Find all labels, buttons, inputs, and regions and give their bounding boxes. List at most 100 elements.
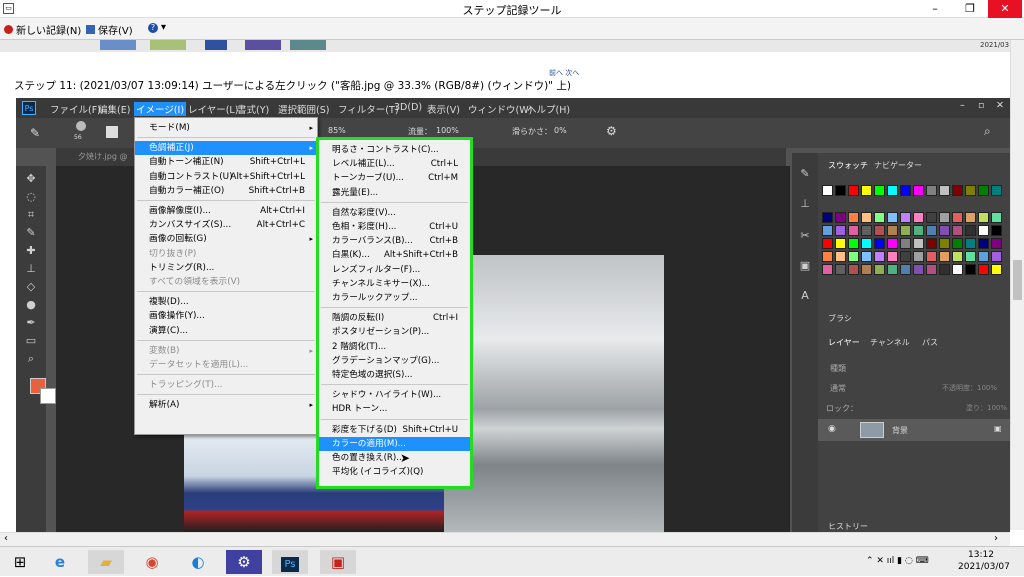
swatch[interactable] bbox=[887, 251, 898, 262]
brush-preset-icon[interactable] bbox=[76, 121, 86, 131]
thumbnail[interactable] bbox=[205, 40, 227, 50]
swatch[interactable] bbox=[991, 225, 1002, 236]
brush-panel-title[interactable]: ブラシ bbox=[828, 313, 852, 324]
swatch[interactable] bbox=[965, 238, 976, 249]
pen-tool-icon[interactable]: ✒ bbox=[23, 316, 39, 330]
swatch[interactable] bbox=[835, 251, 846, 262]
tab-layers[interactable]: レイヤー bbox=[828, 337, 860, 348]
steps-recorder-icon[interactable]: ▣ bbox=[320, 550, 356, 574]
save-button[interactable]: 保存(V) bbox=[86, 22, 133, 37]
menu-item[interactable]: すべての領域を表示(V) bbox=[135, 275, 317, 289]
swatch[interactable] bbox=[874, 264, 885, 275]
swatch[interactable] bbox=[991, 264, 1002, 275]
blend-mode-select[interactable]: 通常 bbox=[830, 383, 846, 394]
swatch[interactable] bbox=[913, 212, 924, 223]
menu-item[interactable]: グラデーションマップ(G)... bbox=[319, 354, 470, 368]
menu-window[interactable]: ウィンドウ(W) bbox=[468, 102, 532, 116]
ie-icon[interactable]: e bbox=[42, 550, 78, 574]
swatch[interactable] bbox=[965, 251, 976, 262]
menu-item[interactable]: カラールックアップ... bbox=[319, 291, 470, 305]
brush-settings-icon[interactable]: ✎ bbox=[797, 167, 813, 181]
background-color[interactable] bbox=[40, 388, 56, 404]
clone-source-icon[interactable]: ⊥ bbox=[797, 197, 813, 211]
thumbnail[interactable] bbox=[290, 40, 326, 50]
swatch[interactable] bbox=[822, 185, 833, 196]
vertical-scrollbar[interactable] bbox=[1010, 40, 1024, 530]
swatch[interactable] bbox=[822, 251, 833, 262]
swatch[interactable] bbox=[835, 225, 846, 236]
menu-type[interactable]: 書式(Y) bbox=[237, 102, 269, 116]
eye-icon[interactable]: ◉ bbox=[828, 424, 836, 434]
swatch[interactable] bbox=[939, 185, 950, 196]
swatch[interactable] bbox=[952, 238, 963, 249]
swatch[interactable] bbox=[978, 212, 989, 223]
swatch[interactable] bbox=[822, 238, 833, 249]
menu-item[interactable]: 画像の回転(G) ▸ bbox=[135, 232, 317, 246]
menu-item[interactable]: 特定色域の選択(S)... bbox=[319, 368, 470, 382]
menu-item[interactable]: 色調補正(J) ▸ bbox=[135, 141, 317, 156]
minimize-button[interactable]: – bbox=[918, 0, 952, 18]
swatch[interactable] bbox=[874, 251, 885, 262]
swatch[interactable] bbox=[900, 225, 911, 236]
menu-item[interactable]: 2 階調化(T)... bbox=[319, 340, 470, 354]
menu-layer[interactable]: レイヤー(L) bbox=[188, 102, 238, 116]
menu-item[interactable]: 露光量(E)... bbox=[319, 186, 470, 200]
swatch[interactable] bbox=[952, 264, 963, 275]
thumbnail[interactable] bbox=[100, 40, 136, 50]
menu-item[interactable]: レベル補正(L)... Ctrl+L bbox=[319, 157, 470, 171]
crop-tool-icon[interactable]: ⌗ bbox=[23, 208, 39, 222]
eraser-tool-icon[interactable]: ◇ bbox=[23, 280, 39, 294]
swatch[interactable] bbox=[991, 185, 1002, 196]
layer-comps-icon[interactable]: ▣ bbox=[797, 259, 813, 273]
menu-item[interactable]: 明るさ・コントラスト(C)... bbox=[319, 143, 470, 157]
menu-item[interactable]: シャドウ・ハイライト(W)... bbox=[319, 388, 470, 402]
swatch[interactable] bbox=[861, 225, 872, 236]
settings-icon[interactable]: ⚙ bbox=[226, 550, 262, 574]
swatch[interactable] bbox=[952, 212, 963, 223]
smoothing-value[interactable]: 0% bbox=[554, 126, 567, 135]
menu-item[interactable]: 自動カラー補正(O) Shift+Ctrl+B bbox=[135, 184, 317, 198]
layer-row[interactable]: ◉ 背景 ▣ bbox=[818, 419, 1010, 441]
brush-icon[interactable]: ✎ bbox=[30, 126, 40, 140]
thumbnail[interactable] bbox=[245, 40, 281, 50]
clock-time[interactable]: 13:12 bbox=[968, 550, 994, 560]
start-icon[interactable]: ⊞ bbox=[2, 550, 38, 574]
swatch[interactable] bbox=[900, 238, 911, 249]
explorer-icon[interactable]: ▰ bbox=[88, 550, 124, 574]
menu-filter[interactable]: フィルター(T) bbox=[338, 102, 399, 116]
menu-3d[interactable]: 3D(D) bbox=[394, 102, 422, 113]
swatch[interactable] bbox=[939, 225, 950, 236]
menu-item[interactable]: データセットを適用(L)... bbox=[135, 358, 317, 372]
swatch[interactable] bbox=[900, 251, 911, 262]
menu-item[interactable]: 色相・彩度(H)... Ctrl+U bbox=[319, 220, 470, 234]
ps-minimize-button[interactable]: – bbox=[960, 100, 965, 111]
shape-tool-icon[interactable]: ▭ bbox=[23, 334, 39, 348]
swatch[interactable] bbox=[913, 251, 924, 262]
swatch[interactable] bbox=[952, 185, 963, 196]
menu-item[interactable]: 自動コントラスト(U) Alt+Shift+Ctrl+L bbox=[135, 170, 317, 184]
swatch[interactable] bbox=[991, 251, 1002, 262]
menu-item[interactable]: トリミング(R)... bbox=[135, 261, 317, 275]
swatch[interactable] bbox=[978, 238, 989, 249]
swatch[interactable] bbox=[887, 185, 898, 196]
swatch[interactable] bbox=[926, 238, 937, 249]
swatch[interactable] bbox=[939, 212, 950, 223]
blur-tool-icon[interactable]: ● bbox=[23, 298, 39, 312]
menu-item[interactable]: トーンカーブ(U)... Ctrl+M bbox=[319, 171, 470, 185]
menu-item[interactable]: 演算(C)... bbox=[135, 324, 317, 338]
opacity-value[interactable]: 85% bbox=[328, 126, 346, 135]
menu-item[interactable]: 自動トーン補正(N) Shift+Ctrl+L bbox=[135, 155, 317, 169]
layer-opacity[interactable]: 不透明度：100% bbox=[942, 383, 997, 393]
scroll-left-icon[interactable]: ‹ bbox=[4, 533, 8, 544]
edge-icon[interactable]: ◐ bbox=[180, 550, 216, 574]
menu-item[interactable]: カンバスサイズ(S)... Alt+Ctrl+C bbox=[135, 218, 317, 232]
swatch[interactable] bbox=[822, 212, 833, 223]
character-icon[interactable]: A bbox=[797, 289, 813, 303]
menu-item[interactable]: 画像解像度(I)... Alt+Ctrl+I bbox=[135, 204, 317, 218]
swatch[interactable] bbox=[861, 212, 872, 223]
swatch[interactable] bbox=[978, 185, 989, 196]
menu-view[interactable]: 表示(V) bbox=[427, 102, 460, 116]
swatch[interactable] bbox=[861, 185, 872, 196]
swatch[interactable] bbox=[965, 225, 976, 236]
menu-item[interactable]: レンズフィルター(F)... bbox=[319, 263, 470, 277]
